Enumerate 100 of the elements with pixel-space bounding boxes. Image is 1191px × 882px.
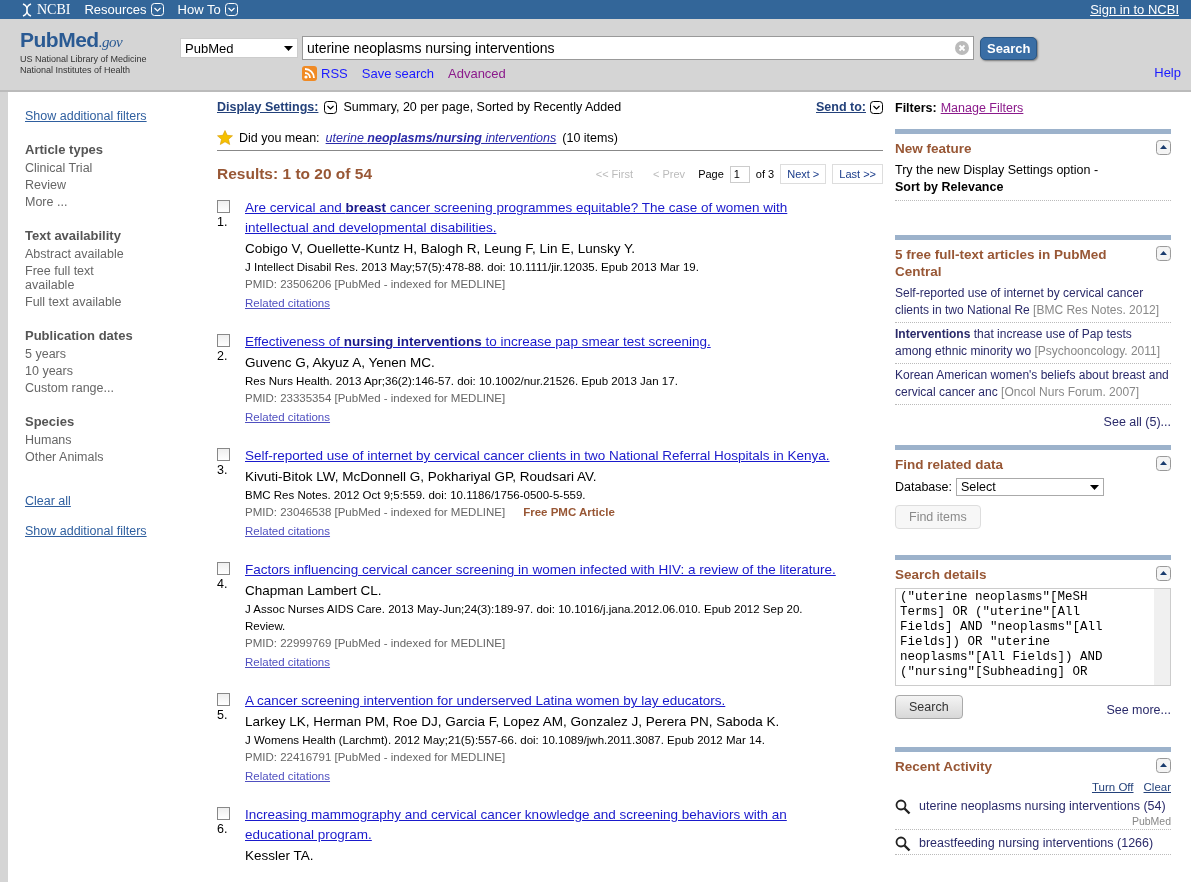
filter-item[interactable]: 5 years: [25, 347, 145, 361]
result-authors: Larkey LK, Herman PM, Roe DJ, Garcia F, Lopez AM, Gonzalez J, Perera PN, Saboda K.: [245, 713, 781, 731]
display-settings-link[interactable]: Display Settings:: [217, 100, 319, 114]
checkbox[interactable]: [217, 334, 230, 347]
result-title-link[interactable]: Are cervical and breast cancer screening programmes equitable? The case of women with intellectual and developmental disabilities.: [245, 198, 845, 238]
caret-icon: [1090, 484, 1099, 490]
panel-heading: New feature: [895, 140, 972, 157]
activity-action-link[interactable]: Clear: [1143, 781, 1171, 793]
database-label: Database:: [895, 478, 952, 496]
pager-button[interactable]: Last >>: [832, 164, 883, 184]
result-citation: BMC Res Notes. 2012 Oct 9;5:559. doi: 10.1186/1756-0500-5-559.: [245, 488, 587, 503]
result-pmid: PMID: 23335354 [PubMed - indexed for MEDLINE]: [245, 391, 506, 406]
dropdown-icon[interactable]: [150, 3, 164, 16]
clear-all-link[interactable]: Clear all: [25, 494, 205, 508]
result-title-link[interactable]: Effectiveness of nursing interventions to increase pap smear test screening.: [245, 332, 845, 352]
related-citations-link[interactable]: Related citations: [245, 297, 331, 309]
checkbox[interactable]: [217, 693, 230, 706]
see-more-link[interactable]: See more...: [1106, 703, 1171, 719]
page-label: Page: [698, 168, 724, 180]
panel-heading: Find related data: [895, 456, 1004, 473]
dropdown-icon[interactable]: [224, 3, 238, 16]
result-citation: J Womens Health (Larchmt). 2012 May;21(5):557-66. doi: 10.1089/jwh.2011.3087. Epub 2012 Mar 14.: [245, 733, 766, 748]
suggestion-count: (10 items): [562, 130, 618, 145]
activity-entry[interactable]: breastfeeding nursing interventions (1266): [919, 836, 1171, 852]
filter-item[interactable]: Abstract available: [25, 247, 145, 261]
filter-item[interactable]: Full text available: [25, 295, 145, 309]
article-link[interactable]: Korean American women's beliefs about breast and cervical cancer anc [Oncol Nurs Forum. 2007]: [895, 367, 1171, 405]
checkbox[interactable]: [217, 200, 230, 213]
feature-link[interactable]: Sort by Relevance: [895, 179, 1171, 196]
related-citations-link[interactable]: Related citations: [245, 411, 331, 423]
related-citations-link[interactable]: Related citations: [245, 525, 331, 537]
result-citation: Res Nurs Health. 2013 Apr;36(2):146-57. doi: 10.1002/nur.21526. Epub 2013 Jan 17.: [245, 374, 679, 389]
result-pmid: PMID: 23506206 [PubMed - indexed for MEDLINE]: [245, 277, 506, 292]
result-title-link[interactable]: Self-reported use of internet by cervical cancer clients in two National Referral Hospitals in Kenya.: [245, 446, 845, 466]
checkbox[interactable]: [217, 562, 230, 575]
collapse-icon[interactable]: [1156, 566, 1171, 581]
checkbox[interactable]: [217, 448, 230, 461]
article-link[interactable]: Self-reported use of internet by cervical cancer clients in two National Re [BMC Res Notes. 2012]: [895, 285, 1171, 323]
search-icon: [895, 799, 911, 815]
collapse-icon[interactable]: [1156, 246, 1171, 261]
header-link[interactable]: Save search: [361, 66, 434, 81]
show-filters-link[interactable]: Show additional filters: [25, 109, 205, 123]
checkbox[interactable]: [217, 807, 230, 820]
filter-item[interactable]: 10 years: [25, 364, 145, 378]
chevron-icon[interactable]: [870, 100, 883, 114]
database-select[interactable]: PubMed: [180, 38, 298, 58]
manage-filters-link[interactable]: Manage Filters: [940, 101, 1024, 115]
result-number: 4.: [217, 577, 229, 591]
article-link[interactable]: Interventions that increase use of Pap tests among ethnic minority wo [Psychooncology. 2011]: [895, 326, 1171, 364]
result-pmid: PMID: 22999769 [PubMed - indexed for MEDLINE]: [245, 636, 506, 651]
menu-item[interactable]: How To: [177, 2, 221, 17]
activity-action-link[interactable]: Turn Off: [1091, 781, 1134, 793]
filter-item[interactable]: Custom range...: [25, 381, 145, 395]
related-citations-link[interactable]: Related citations: [245, 656, 331, 668]
result-title-link[interactable]: Increasing mammography and cervical cancer knowledge and screening behaviors with an educational program.: [245, 805, 845, 845]
help-link[interactable]: Help: [1154, 65, 1181, 90]
result-citation: J Assoc Nurses AIDS Care. 2013 May-Jun;24(3):189-97. doi: 10.1016/j.jana.2012.06.010. Epub 2012 Sep 20.: [245, 602, 804, 617]
panel-heading: Recent Activity: [895, 758, 993, 775]
database-select[interactable]: Select: [956, 478, 1104, 496]
collapse-icon[interactable]: [1156, 140, 1171, 155]
database-name: PubMed: [1130, 815, 1171, 827]
filter-heading: Publication dates: [25, 327, 134, 344]
related-citations-link[interactable]: Related citations: [245, 770, 331, 782]
filter-item[interactable]: Other Animals: [25, 450, 145, 464]
filter-item[interactable]: Review: [25, 178, 145, 192]
panel-heading: Search details: [895, 566, 987, 583]
pubmed-logo[interactable]: PubMed.gov: [20, 28, 180, 52]
page-field[interactable]: 1: [729, 165, 750, 183]
search-field[interactable]: uterine neoplasms nursing interventions: [302, 36, 974, 60]
activity-entry[interactable]: uterine neoplasms nursing interventions (54): [919, 799, 1171, 815]
send-to-link[interactable]: Send to:: [816, 100, 866, 114]
rss-link[interactable]: RSS: [302, 66, 348, 81]
collapse-icon[interactable]: [1156, 758, 1171, 773]
search-button[interactable]: Search: [980, 36, 1038, 60]
header-link[interactable]: Advanced: [448, 66, 506, 81]
show-filters-link[interactable]: Show additional filters: [25, 524, 205, 538]
ncbi-logo[interactable]: NCBI: [20, 1, 71, 18]
sign-in-link[interactable]: Sign in to NCBI: [1090, 2, 1179, 17]
result-authors: Chapman Lambert CL.: [245, 582, 383, 600]
see-all-link[interactable]: See all (5)...: [895, 414, 1171, 431]
star-icon: [217, 130, 233, 145]
result-title-link[interactable]: Factors influencing cervical cancer screening in women infected with HIV: a review of the literature.: [245, 560, 845, 580]
collapse-icon[interactable]: [1156, 456, 1171, 471]
filter-item[interactable]: Free full text available: [25, 264, 145, 292]
feature-text: Try the new Display Settings option -: [895, 162, 1100, 179]
result-number: 1.: [217, 215, 229, 229]
menu-item[interactable]: Resources: [84, 2, 147, 17]
organization-text: US National Library of Medicine National Institutes of Health: [20, 54, 148, 76]
filter-item[interactable]: Clinical Trial: [25, 161, 145, 175]
search-details-box[interactable]: ("uterine neoplasms"[MeSH Terms] OR ("uterine"[All Fields] AND "neoplasms"[All Fields]) OR "uterine neoplasms"[All Fields]) AND ("nursing"[Subheading] OR: [895, 588, 1171, 686]
search-button[interactable]: Search: [895, 695, 963, 719]
filter-item[interactable]: More ...: [25, 195, 145, 209]
pager-button[interactable]: Next >: [780, 164, 827, 184]
free-article-label[interactable]: Free PMC Article: [523, 504, 615, 521]
result-title-link[interactable]: A cancer screening intervention for underserved Latina women by lay educators.: [245, 691, 845, 711]
result-citation: J Intellect Disabil Res. 2013 May;57(5):478-88. doi: 10.1111/jir.12035. Epub 2013 Mar 19.: [245, 260, 700, 275]
filter-item[interactable]: Humans: [25, 433, 145, 447]
result-pmid: PMID: 23046538 [PubMed - indexed for MEDLINE]: [245, 505, 506, 520]
chevron-icon[interactable]: [324, 100, 338, 114]
suggestion-link[interactable]: uterine neoplasms/nursing interventions: [325, 130, 557, 145]
